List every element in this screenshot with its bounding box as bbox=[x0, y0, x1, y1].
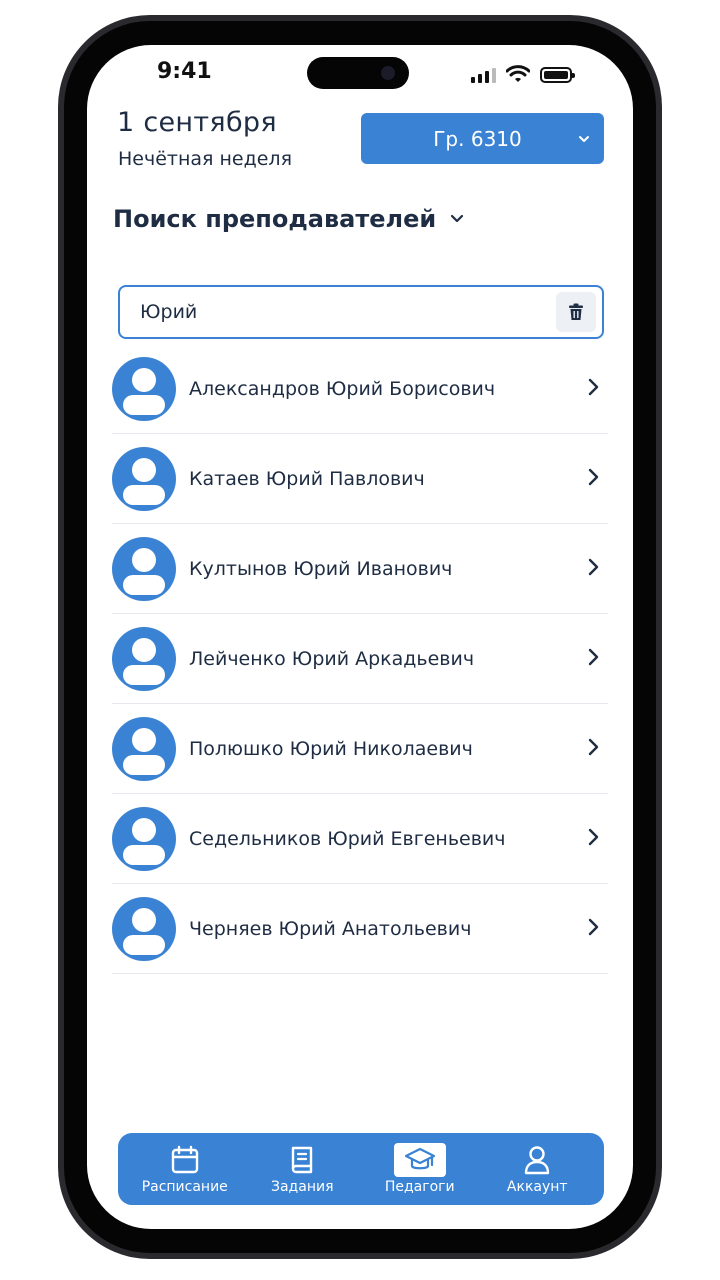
group-select-button[interactable]: Гр. 6310 bbox=[361, 113, 604, 164]
book-icon bbox=[282, 1143, 322, 1177]
teacher-row[interactable]: Катаев Юрий Павлович bbox=[112, 434, 608, 524]
nav-teachers[interactable]: Педагоги bbox=[365, 1143, 475, 1195]
teacher-row[interactable]: Черняев Юрий Анатольевич bbox=[112, 884, 608, 974]
current-date: 1 сентября bbox=[117, 107, 277, 138]
calendar-icon bbox=[165, 1143, 205, 1177]
chevron-right-icon bbox=[578, 468, 608, 490]
chevron-right-icon bbox=[578, 648, 608, 670]
user-icon bbox=[517, 1143, 557, 1177]
teacher-name: Полюшко Юрий Николаевич bbox=[189, 737, 473, 760]
teacher-row[interactable]: Седельников Юрий Евгеньевич bbox=[112, 794, 608, 884]
dynamic-island bbox=[307, 57, 409, 89]
chevron-down-icon bbox=[564, 131, 604, 147]
app-screen: 9:41 1 сентября Нечётная неделя Гр. 6310… bbox=[87, 45, 633, 1229]
week-parity: Нечётная неделя bbox=[118, 148, 293, 170]
nav-label: Задания bbox=[271, 1179, 334, 1195]
avatar bbox=[112, 536, 176, 601]
teacher-name: Александров Юрий Борисович bbox=[189, 377, 496, 400]
teacher-row[interactable]: Полюшко Юрий Николаевич bbox=[112, 704, 608, 794]
camera-icon bbox=[381, 66, 395, 80]
chevron-right-icon bbox=[578, 378, 608, 400]
nav-label: Расписание bbox=[141, 1179, 228, 1195]
teacher-name: Катаев Юрий Павлович bbox=[189, 467, 425, 490]
bottom-nav: Расписание Задания Педагоги Аккаунт bbox=[118, 1133, 604, 1205]
avatar bbox=[112, 446, 176, 511]
teacher-list: Александров Юрий Борисович Катаев Юрий Па… bbox=[112, 344, 608, 974]
teacher-name: Седельников Юрий Евгеньевич bbox=[189, 827, 506, 850]
signal-icon bbox=[471, 67, 496, 83]
status-time: 9:41 bbox=[157, 59, 212, 84]
trash-icon bbox=[569, 303, 583, 320]
avatar bbox=[112, 356, 176, 421]
chevron-right-icon bbox=[578, 558, 608, 580]
avatar bbox=[112, 896, 176, 961]
graduation-cap-icon bbox=[393, 1143, 446, 1177]
section-title: Поиск преподавателей bbox=[113, 205, 437, 233]
nav-tasks[interactable]: Задания bbox=[247, 1143, 357, 1195]
avatar bbox=[112, 626, 176, 691]
teacher-name: Черняев Юрий Анатольевич bbox=[189, 917, 472, 940]
group-select-label: Гр. 6310 bbox=[433, 126, 522, 151]
battery-icon bbox=[540, 67, 575, 83]
status-icons bbox=[471, 63, 575, 83]
chevron-right-icon bbox=[578, 738, 608, 760]
nav-account[interactable]: Аккаунт bbox=[482, 1143, 592, 1195]
clear-search-button[interactable] bbox=[556, 292, 596, 332]
avatar bbox=[112, 716, 176, 781]
nav-label: Аккаунт bbox=[506, 1179, 568, 1195]
chevron-right-icon bbox=[578, 828, 608, 850]
chevron-down-icon bbox=[450, 211, 464, 227]
teacher-row[interactable]: Александров Юрий Борисович bbox=[112, 344, 608, 434]
nav-label: Педагоги bbox=[384, 1179, 455, 1195]
section-title-dropdown[interactable]: Поиск преподавателей bbox=[113, 205, 464, 233]
teacher-name: Лейченко Юрий Аркадьевич bbox=[189, 647, 475, 670]
teacher-search bbox=[118, 285, 604, 339]
chevron-right-icon bbox=[578, 918, 608, 940]
search-input[interactable] bbox=[120, 301, 556, 323]
teacher-row[interactable]: Култынов Юрий Иванович bbox=[112, 524, 608, 614]
teacher-name: Култынов Юрий Иванович bbox=[189, 557, 453, 580]
teacher-row[interactable]: Лейченко Юрий Аркадьевич bbox=[112, 614, 608, 704]
avatar bbox=[112, 806, 176, 871]
nav-schedule[interactable]: Расписание bbox=[130, 1143, 240, 1195]
wifi-icon bbox=[506, 65, 530, 82]
